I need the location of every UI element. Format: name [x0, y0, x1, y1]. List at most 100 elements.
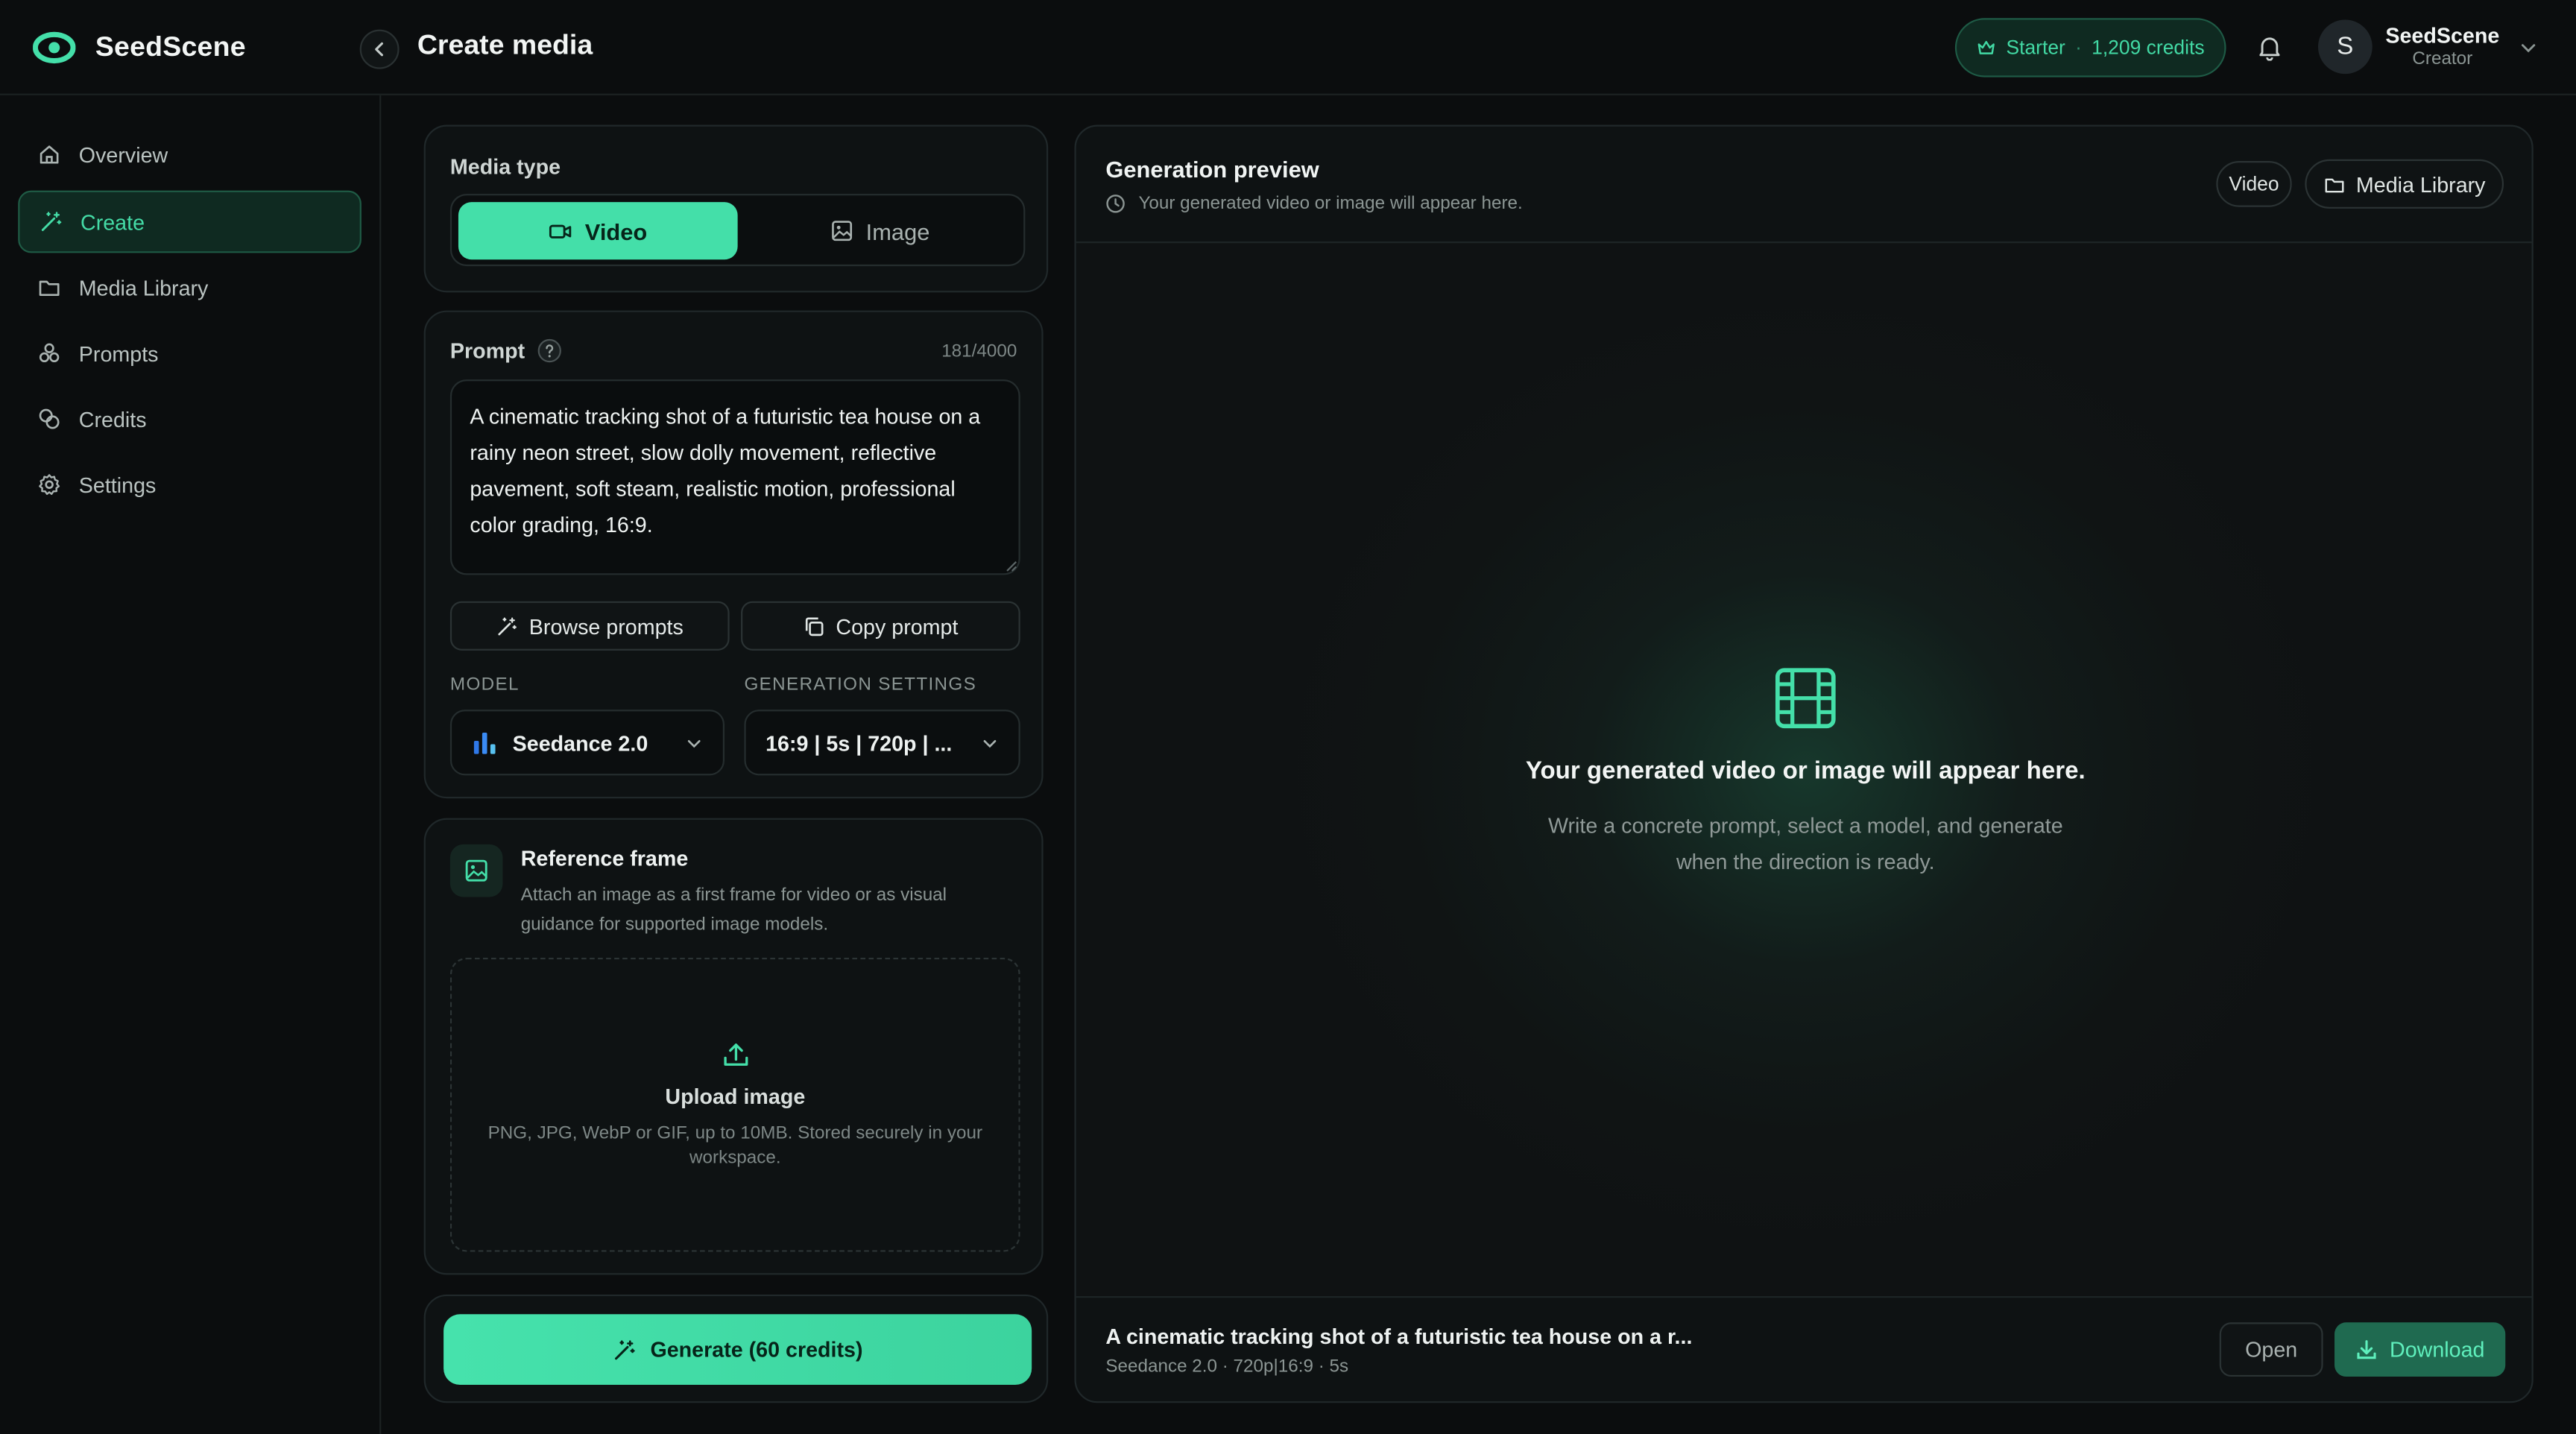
credits-balance: 1,209 credits	[2092, 36, 2205, 60]
page-title: Create media	[417, 29, 593, 61]
notifications-button[interactable]	[2251, 30, 2287, 66]
magic-wand-icon	[41, 212, 62, 232]
user-meta: SeedScene Creator	[2385, 22, 2500, 69]
image-icon	[465, 859, 487, 882]
download-icon	[2356, 1340, 2375, 1359]
chevron-left-icon	[375, 42, 383, 57]
resize-handle-icon[interactable]	[1006, 560, 1017, 572]
magic-wand-icon	[614, 1339, 635, 1359]
sidebar-item-label: Overview	[78, 142, 168, 167]
preview-footer-meta: Seedance 2.0 · 720p|16:9 · 5s	[1105, 1356, 1349, 1377]
app-logo[interactable]: SeedScene	[33, 26, 246, 69]
model-bars-icon	[473, 733, 496, 754]
generation-settings-select[interactable]: 16:9 | 5s | 720p | ...	[744, 710, 1020, 776]
preview-title: Generation preview	[1105, 156, 1319, 183]
empty-state-title: Your generated video or image will appea…	[1525, 757, 2086, 786]
chevron-down-icon	[2522, 43, 2536, 52]
media-type-image-button[interactable]: Image	[741, 202, 1020, 259]
upload-hint: PNG, JPG, WebP or GIF, up to 10MB. Store…	[487, 1122, 983, 1168]
upload-dropzone[interactable]: Upload image PNG, JPG, WebP or GIF, up t…	[449, 957, 1020, 1252]
model-label: MODEL	[449, 675, 520, 695]
prompt-label: Prompt	[449, 338, 525, 364]
app-name: SeedScene	[95, 31, 246, 63]
user-name: SeedScene	[2385, 22, 2500, 48]
media-library-button[interactable]: Media Library	[2305, 159, 2504, 209]
reference-frame-panel: Reference frame Attach an image as a fir…	[423, 818, 1044, 1275]
sidebar-item-prompts[interactable]: Prompts	[18, 322, 362, 385]
copy-prompt-label: Copy prompt	[836, 613, 959, 639]
open-button[interactable]: Open	[2219, 1322, 2323, 1377]
generate-button[interactable]: Generate (60 credits)	[443, 1314, 1032, 1386]
media-type-panel: Media type Video Image	[423, 124, 1049, 293]
copy-icon	[805, 616, 823, 636]
preview-subtitle: Your generated video or image will appea…	[1138, 194, 1523, 214]
copy-prompt-button[interactable]: Copy prompt	[741, 601, 1020, 651]
reference-frame-title: Reference frame	[520, 846, 689, 871]
upload-icon	[723, 1043, 748, 1065]
sidebar-item-label: Create	[80, 209, 145, 235]
generation-settings-label: GENERATION SETTINGS	[744, 675, 977, 695]
prompt-header: Prompt	[450, 338, 561, 363]
folder-icon	[39, 280, 60, 296]
sidebar-item-create[interactable]: Create	[18, 190, 362, 253]
browse-prompts-button[interactable]: Browse prompts	[449, 601, 730, 651]
film-icon	[1775, 668, 1836, 729]
sidebar-item-label: Prompts	[78, 341, 159, 366]
model-select[interactable]: Seedance 2.0	[449, 710, 725, 776]
sidebar-item-label: Settings	[78, 472, 157, 497]
prompt-panel: Prompt 181/4000 A cinematic tracking sho…	[423, 310, 1044, 799]
plan-separator: ·	[2075, 36, 2082, 60]
clock-icon	[1106, 195, 1125, 213]
prompts-icon	[39, 343, 60, 363]
chevron-down-icon	[983, 739, 997, 748]
sidebar: Overview Create Media Library Prompts Cr…	[0, 95, 382, 1434]
plan-badge[interactable]: Starter · 1,209 credits	[1954, 18, 2226, 78]
empty-state-body: Write a concrete prompt, select a model,…	[1547, 813, 2063, 874]
sidebar-item-label: Media Library	[78, 275, 209, 300]
sidebar-item-credits[interactable]: Credits	[18, 388, 362, 450]
crown-icon	[1977, 40, 1995, 54]
home-icon	[40, 145, 59, 164]
prompt-char-counter: 181/4000	[941, 341, 1017, 361]
user-menu[interactable]: S SeedScene Creator	[2317, 19, 2539, 75]
plan-name: Starter	[2006, 36, 2065, 60]
generation-preview-panel: Generation preview Your generated video …	[1074, 124, 2534, 1403]
chevron-down-icon	[687, 739, 701, 748]
upload-title: Upload image	[665, 1083, 806, 1108]
top-bar: SeedScene Create media Starter · 1,209 c…	[0, 0, 2576, 95]
media-type-video-label: Video	[584, 218, 648, 244]
app-root: SeedScene Create media Starter · 1,209 c…	[0, 0, 2576, 1434]
media-type-image-label: Image	[865, 218, 930, 244]
user-role: Creator	[2412, 48, 2473, 69]
media-library-label: Media Library	[2355, 171, 2486, 197]
generate-label: Generate (60 credits)	[650, 1337, 863, 1362]
sidebar-item-settings[interactable]: Settings	[18, 453, 362, 516]
magic-wand-icon	[498, 616, 517, 635]
media-type-label: Media type	[449, 154, 561, 180]
generation-settings-value: 16:9 | 5s | 720p | ...	[765, 730, 953, 755]
image-icon	[832, 221, 853, 241]
sidebar-item-media-library[interactable]: Media Library	[18, 256, 362, 319]
reference-frame-badge	[449, 844, 503, 897]
folder-icon	[2325, 177, 2344, 192]
media-type-video-button[interactable]: Video	[458, 202, 738, 260]
preview-subtitle-row: Your generated video or image will appea…	[1105, 194, 1523, 214]
sidebar-item-label: Credits	[78, 406, 147, 432]
help-icon[interactable]	[537, 338, 561, 363]
reference-frame-description: Attach an image as a first frame for vid…	[520, 885, 947, 935]
preview-type-pill[interactable]: Video	[2216, 161, 2292, 207]
browse-prompts-label: Browse prompts	[528, 613, 684, 639]
empty-state: Your generated video or image will appea…	[1076, 667, 2532, 881]
model-value: Seedance 2.0	[512, 730, 648, 755]
collapse-sidebar-button[interactable]	[359, 29, 400, 69]
gear-icon	[39, 474, 60, 495]
video-camera-icon	[549, 224, 572, 238]
media-type-toggle: Video Image	[449, 194, 1026, 267]
logo-icon	[33, 31, 76, 64]
download-button[interactable]: Download	[2334, 1322, 2506, 1377]
generate-panel: Generate (60 credits)	[423, 1294, 1049, 1403]
sidebar-item-overview[interactable]: Overview	[18, 123, 362, 186]
coins-icon	[39, 408, 60, 429]
bell-icon	[2258, 37, 2279, 61]
prompt-textarea[interactable]: A cinematic tracking shot of a futuristi…	[449, 379, 1020, 575]
